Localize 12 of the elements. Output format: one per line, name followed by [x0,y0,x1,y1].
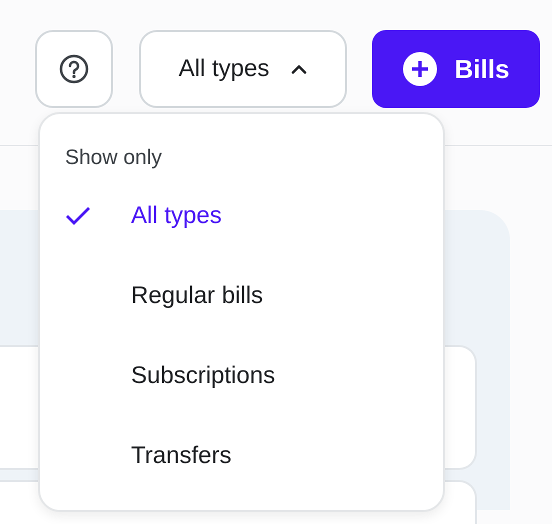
chevron-up-icon [291,64,308,74]
help-icon [59,54,89,84]
menu-item[interactable]: Subscriptions [65,336,425,416]
menu-item[interactable]: Regular bills [65,256,425,336]
menu-item[interactable]: Transfers [65,416,425,496]
menu-heading: Show only [65,145,163,171]
help-button[interactable] [35,30,113,108]
menu-item[interactable]: All types [65,176,425,256]
type-filter-dropdown[interactable]: All types [139,30,347,108]
add-bills-button[interactable]: Bills [372,30,540,108]
checkmark-icon [65,206,91,226]
plus-circle-icon [402,52,437,86]
